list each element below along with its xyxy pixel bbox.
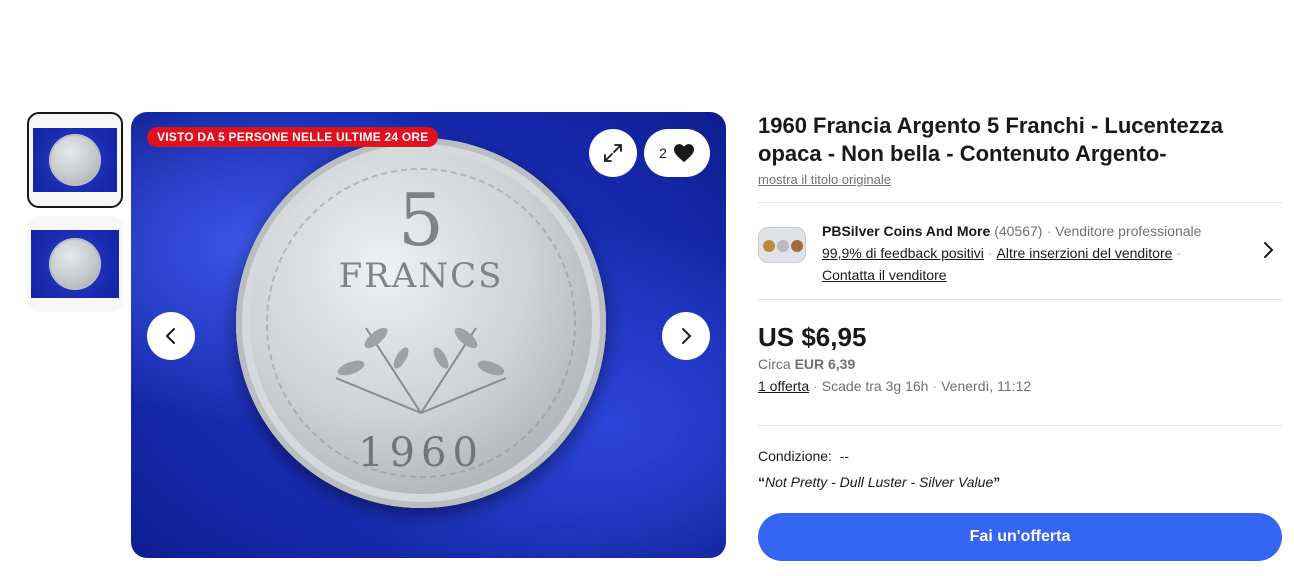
heart-icon: [673, 144, 694, 163]
seller-type: Venditore professionale: [1055, 223, 1202, 239]
condition-row: Condizione: --: [758, 448, 1282, 464]
seller-other-listings-link[interactable]: Altre inserzioni del venditore: [997, 245, 1173, 261]
condition-label: Condizione:: [758, 448, 832, 464]
show-original-title-link[interactable]: mostra il titolo originale: [758, 172, 891, 187]
seller-avatar[interactable]: [758, 227, 806, 263]
approx-value: EUR 6,39: [794, 356, 856, 372]
approx-price: Circa EUR 6,39: [758, 356, 1282, 372]
previous-image-button[interactable]: [147, 312, 195, 360]
views-badge: VISTO DA 5 PERSONE NELLE ULTIME 24 ORE: [147, 127, 439, 147]
listing-panel: 1960 Francia Argento 5 Franchi - Lucente…: [758, 112, 1282, 561]
coin-year-text: 1960: [358, 430, 484, 476]
coin-image: 5 FRANCS 1960: [236, 138, 606, 508]
price-block: US $6,95 Circa EUR 6,39 1 offerta · Scade …: [758, 300, 1282, 425]
avatar-coin: [791, 240, 803, 252]
chevron-left-icon: [166, 328, 175, 344]
condition-value: --: [839, 448, 850, 464]
condition-block: Condizione: -- “Not Pretty - Dull Luster…: [758, 426, 1282, 513]
thumbnail-1[interactable]: [27, 112, 123, 208]
seller-rating-count: (40567): [994, 223, 1043, 239]
contact-seller-link[interactable]: Contatta il venditore: [822, 267, 947, 283]
listing-title: 1960 Francia Argento 5 Franchi - Lucente…: [758, 113, 1223, 166]
coin-thumbnail: [49, 134, 101, 186]
seller-card[interactable]: PBSilver Coins And More (40567) · Venditor…: [758, 203, 1282, 299]
coin-value-text: 5: [398, 178, 444, 262]
expand-icon: [604, 144, 622, 162]
coin-thumbnail: [49, 238, 101, 290]
watch-button[interactable]: 2: [644, 129, 710, 177]
seller-name[interactable]: PBSilver Coins And More: [822, 223, 990, 239]
seller-notes: “Not Pretty - Dull Luster - Silver Value…: [758, 474, 1001, 490]
avatar-coin: [777, 240, 789, 252]
chevron-right-icon[interactable]: [1260, 241, 1276, 259]
chevron-right-icon: [682, 328, 691, 344]
next-image-button[interactable]: [662, 312, 710, 360]
offer-status: 1 offerta · Scade tra 3g 16h · Venerdì, 11:1…: [758, 378, 1032, 394]
make-offer-button[interactable]: Fai un'offerta: [758, 513, 1282, 561]
coin-branch-engraving: [335, 327, 507, 414]
approx-label: Circa: [758, 356, 791, 372]
end-time: Venerdì, 11:12: [941, 378, 1032, 394]
coin-unit-text: FRANCS: [338, 256, 504, 296]
offers-link[interactable]: 1 offerta: [758, 378, 809, 394]
thumbnail-image: [31, 230, 119, 298]
expires-text: Scade tra 3g 16h: [821, 378, 929, 394]
seller-info: PBSilver Coins And More (40567) · Venditor…: [822, 223, 1202, 283]
expand-button[interactable]: [589, 129, 637, 177]
price: US $6,95: [758, 322, 867, 352]
seller-feedback-link[interactable]: 99,9% di feedback positivi: [822, 245, 984, 261]
thumbnail-image: [33, 128, 117, 192]
thumbnail-list: [27, 112, 123, 320]
seller-notes-text: Not Pretty - Dull Luster - Silver Value: [765, 474, 994, 490]
main-image[interactable]: 5 FRANCS 1960 VISTO DA 5 PERSONE NELLE U…: [131, 112, 726, 558]
watch-count: 2: [659, 145, 667, 161]
thumbnail-2[interactable]: [27, 216, 123, 312]
avatar-coin: [763, 240, 775, 252]
